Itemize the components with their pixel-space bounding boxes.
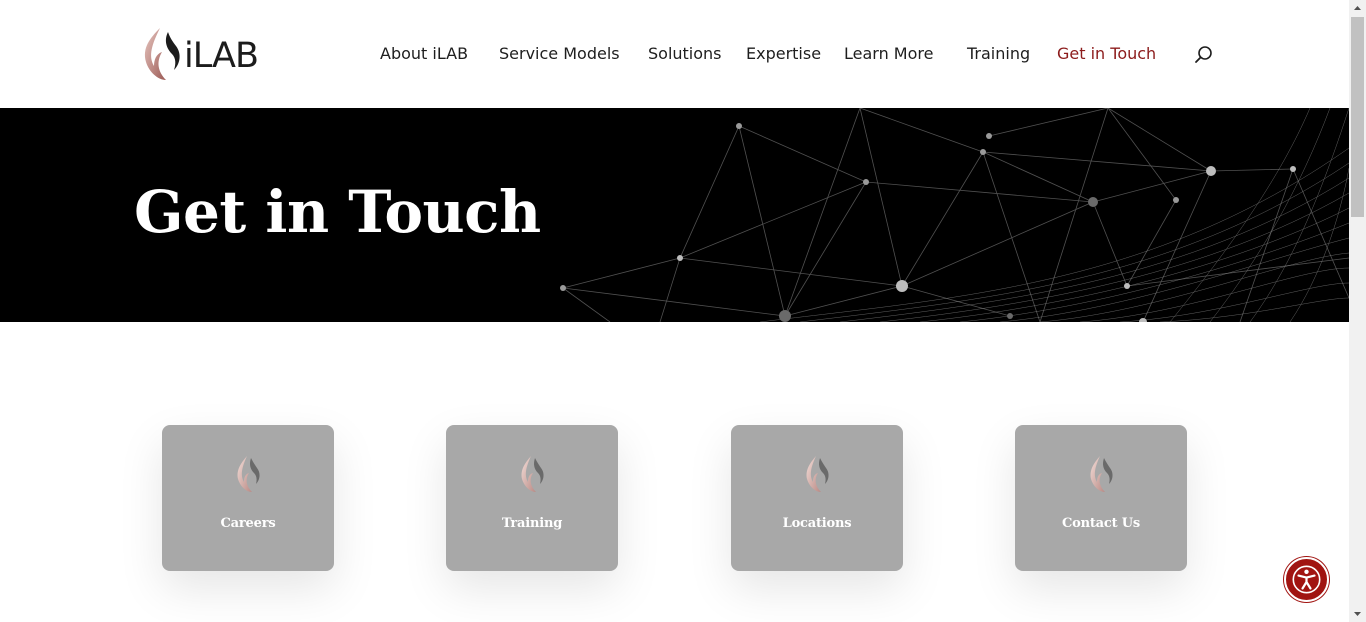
flame-logo-icon — [521, 456, 544, 492]
accessibility-icon — [1292, 565, 1321, 594]
locations-card[interactable]: Locations — [731, 425, 903, 571]
nav-item-expertise[interactable]: Expertise — [746, 44, 821, 64]
quick-links: Careers Training Locations Contact Us — [0, 322, 1349, 622]
site-header: iLAB About iLAB Service Models Solutions… — [0, 0, 1349, 108]
nav-item-about-ilab[interactable]: About iLAB — [380, 44, 468, 64]
nav-item-service-models[interactable]: Service Models — [499, 44, 620, 64]
hero-banner: Get in Touch — [0, 108, 1349, 322]
flame-logo-icon — [806, 456, 829, 492]
card-label: Training — [501, 516, 563, 531]
card-label: Careers — [220, 516, 276, 531]
page: iLAB About iLAB Service Models Solutions… — [0, 0, 1349, 622]
page-scrollbar[interactable] — [1349, 0, 1366, 622]
card-label: Contact Us — [1062, 516, 1140, 531]
flame-logo-icon — [144, 28, 180, 80]
nav-item-learn-more[interactable]: Learn More — [844, 44, 933, 64]
nav-item-solutions[interactable]: Solutions — [648, 44, 722, 64]
careers-card[interactable]: Careers — [162, 425, 334, 571]
scrollbar-thumb[interactable] — [1351, 17, 1364, 217]
logo-wordmark: iLAB — [184, 36, 259, 76]
flame-logo-icon — [1090, 456, 1113, 492]
flame-logo-icon — [237, 456, 260, 492]
page-title: Get in Touch — [134, 178, 541, 246]
training-card[interactable]: Training — [446, 425, 618, 571]
search-icon[interactable] — [1194, 45, 1214, 65]
scroll-down-arrow-icon[interactable] — [1349, 605, 1366, 622]
card-label: Locations — [782, 516, 852, 531]
nav-item-get-in-touch[interactable]: Get in Touch — [1057, 44, 1156, 64]
accessibility-button[interactable] — [1284, 557, 1329, 602]
contact-us-card[interactable]: Contact Us — [1015, 425, 1187, 571]
scroll-up-arrow-icon[interactable] — [1349, 0, 1366, 17]
nav-item-training[interactable]: Training — [967, 44, 1030, 64]
